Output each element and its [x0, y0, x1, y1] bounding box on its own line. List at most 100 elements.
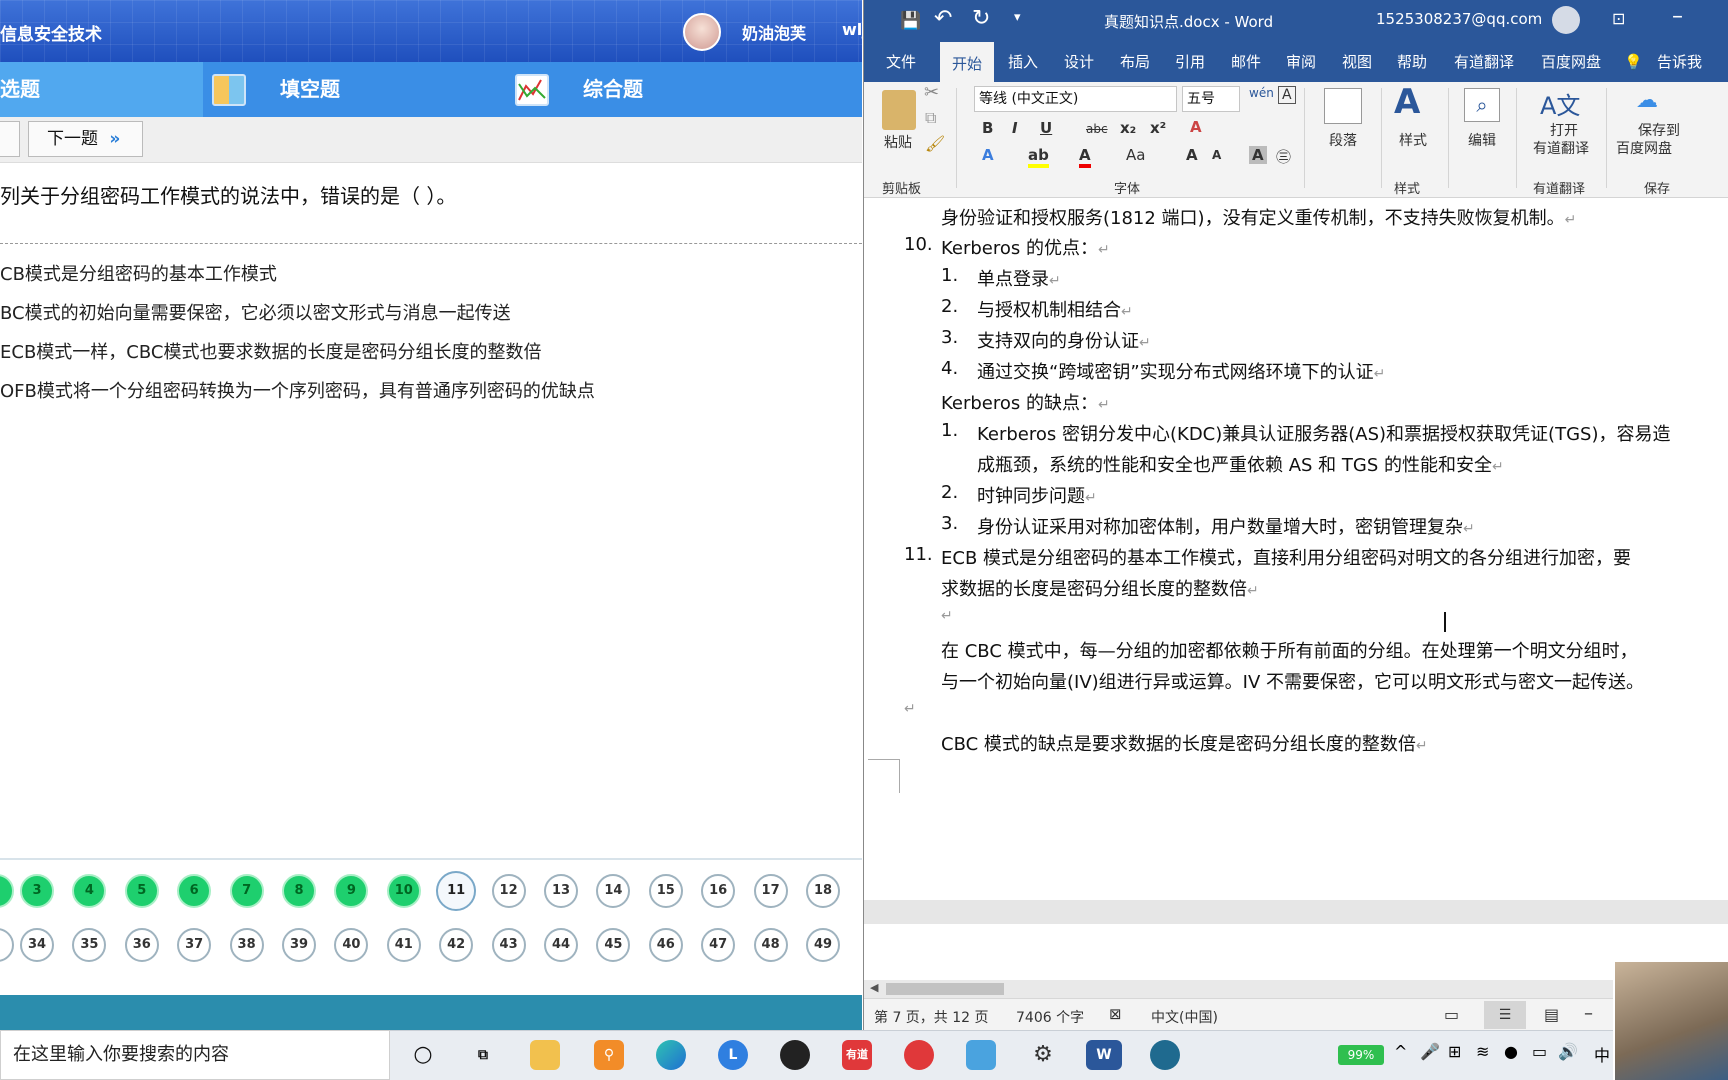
page-count[interactable]: 第 7 页，共 12 页: [874, 1007, 989, 1027]
netease-music-icon[interactable]: [904, 1040, 934, 1070]
character-border-icon[interactable]: A: [1278, 86, 1296, 104]
menu-home[interactable]: 开始: [940, 42, 995, 82]
volume-icon[interactable]: 🔊: [1558, 1042, 1578, 1061]
question-number-12[interactable]: 12: [491, 874, 526, 908]
styles-icon[interactable]: A: [1394, 82, 1420, 122]
account-email[interactable]: 1525308237@qq.com: [1376, 10, 1542, 28]
remote-desktop-icon[interactable]: [966, 1040, 996, 1070]
question-number-11[interactable]: 11: [436, 871, 477, 911]
word-count[interactable]: 7406 个字: [1016, 1007, 1084, 1027]
minimize-icon[interactable]: –: [1672, 4, 1683, 29]
styles-button[interactable]: 样式: [1399, 130, 1427, 150]
question-number-14[interactable]: 14: [596, 874, 631, 908]
zoom-out-icon[interactable]: –: [1584, 1003, 1593, 1024]
document-page[interactable]: 身份验证和授权服务(1812 端口)，没有定义重传机制，不支持失败恢复机制。↵ …: [864, 198, 1728, 900]
qq-tray-icon[interactable]: ●: [1504, 1042, 1518, 1061]
editing-button[interactable]: 编辑: [1468, 130, 1496, 150]
question-number-42[interactable]: 42: [439, 928, 474, 962]
question-number-37[interactable]: 37: [177, 928, 212, 962]
question-number-47[interactable]: 47: [701, 928, 736, 962]
question-number-38[interactable]: 38: [229, 928, 264, 962]
prev-button[interactable]: [0, 121, 20, 157]
l-app-icon[interactable]: L: [718, 1040, 748, 1070]
question-number-10[interactable]: 10: [386, 874, 421, 908]
paragraph-icon[interactable]: [1324, 88, 1362, 124]
grow-font-icon[interactable]: A: [1186, 146, 1198, 164]
question-number-partial[interactable]: [0, 874, 14, 908]
wifi-icon[interactable]: ≋: [1476, 1042, 1489, 1061]
question-number-49[interactable]: 49: [806, 928, 840, 962]
option-a[interactable]: CB模式是分组密码的基本工作模式: [0, 260, 277, 286]
shrink-font-icon[interactable]: A: [1212, 148, 1221, 162]
option-b[interactable]: BC模式的初始向量需要保密，它必须以密文形式与消息一起传送: [0, 299, 511, 325]
settings-gear-icon[interactable]: ⚙: [1028, 1040, 1058, 1070]
save-to-baidu-button[interactable]: 保存到: [1638, 120, 1680, 140]
network-share-icon[interactable]: ⊞: [1448, 1042, 1461, 1061]
menu-review[interactable]: 审阅: [1286, 42, 1316, 82]
question-number-partial[interactable]: [0, 928, 14, 962]
menu-tell-me[interactable]: 告诉我: [1657, 42, 1702, 82]
menu-file[interactable]: 文件: [886, 42, 916, 82]
open-youdao-button[interactable]: 打开: [1550, 120, 1578, 140]
copy-icon[interactable]: ⧉: [925, 108, 936, 128]
question-number-36[interactable]: 36: [124, 928, 159, 962]
chevron-up-icon[interactable]: ^: [1394, 1042, 1407, 1061]
character-shading-icon[interactable]: A: [1249, 146, 1267, 164]
proofing-icon[interactable]: ⊠: [1109, 1005, 1122, 1023]
superscript-icon[interactable]: x²: [1150, 119, 1166, 137]
taskbar-search-input[interactable]: 在这里输入你要搜索的内容: [0, 1030, 390, 1080]
question-number-6[interactable]: 6: [177, 874, 212, 908]
subscript-icon[interactable]: x₂: [1120, 119, 1136, 137]
question-number-35[interactable]: 35: [72, 928, 107, 962]
change-case-icon[interactable]: Aa: [1126, 146, 1145, 164]
format-painter-icon[interactable]: 🖌: [925, 134, 945, 153]
question-number-18[interactable]: 18: [806, 874, 840, 908]
language[interactable]: 中文(中国): [1151, 1007, 1218, 1027]
question-number-4[interactable]: 4: [72, 874, 107, 908]
ribbon-display-icon[interactable]: ⊡: [1612, 9, 1625, 28]
question-number-15[interactable]: 15: [648, 874, 683, 908]
question-number-39[interactable]: 39: [282, 928, 316, 962]
question-number-16[interactable]: 16: [701, 874, 736, 908]
question-number-41[interactable]: 41: [386, 928, 421, 962]
question-number-34[interactable]: 34: [20, 928, 54, 962]
clear-formatting-icon[interactable]: A: [1190, 118, 1202, 136]
question-number-3[interactable]: 3: [20, 874, 54, 908]
customize-quick-access-icon[interactable]: ▾: [1014, 10, 1021, 25]
question-number-48[interactable]: 48: [753, 928, 788, 962]
question-number-44[interactable]: 44: [544, 928, 578, 962]
edge-icon[interactable]: [656, 1040, 686, 1070]
question-number-40[interactable]: 40: [334, 928, 369, 962]
cortana-icon[interactable]: ○: [408, 1040, 438, 1070]
print-layout-icon[interactable]: ☰: [1484, 1001, 1526, 1029]
tab-comprehensive[interactable]: 综合题: [583, 62, 643, 117]
scroll-thumb[interactable]: [886, 983, 1004, 995]
question-number-7[interactable]: 7: [229, 874, 264, 908]
microphone-icon[interactable]: 🎤: [1420, 1042, 1440, 1061]
battery-indicator[interactable]: 99%: [1338, 1045, 1384, 1065]
undo-icon[interactable]: ↶: [934, 6, 952, 31]
menu-references[interactable]: 引用: [1175, 42, 1205, 82]
question-number-46[interactable]: 46: [648, 928, 683, 962]
question-number-43[interactable]: 43: [491, 928, 526, 962]
question-number-5[interactable]: 5: [124, 874, 159, 908]
save-icon[interactable]: 💾: [900, 11, 921, 31]
exam-app-icon[interactable]: [1150, 1040, 1180, 1070]
underline-icon[interactable]: U: [1040, 119, 1052, 137]
option-d[interactable]: OFB模式将一个分组密码转换为一个序列密码，具有普通序列密码的优缺点: [0, 377, 595, 403]
baidu-netdisk-icon[interactable]: ☁: [1636, 88, 1658, 113]
phonetic-guide-icon[interactable]: wén: [1249, 86, 1274, 100]
bold-icon[interactable]: B: [982, 119, 993, 137]
menu-layout[interactable]: 布局: [1120, 42, 1150, 82]
read-mode-icon[interactable]: ▭: [1444, 1005, 1459, 1024]
font-name-select[interactable]: 等线 (中文正文): [974, 86, 1177, 112]
ime-indicator[interactable]: 中: [1594, 1042, 1610, 1066]
strikethrough-icon[interactable]: abc: [1086, 122, 1108, 136]
redo-icon[interactable]: ↻: [972, 6, 990, 31]
menu-youdao[interactable]: 有道翻译: [1454, 42, 1514, 82]
question-number-45[interactable]: 45: [596, 928, 631, 962]
paragraph-button[interactable]: 段落: [1329, 130, 1357, 150]
question-number-9[interactable]: 9: [334, 874, 369, 908]
paste-icon[interactable]: [882, 90, 916, 130]
tab-fill-blank[interactable]: 填空题: [280, 62, 340, 117]
